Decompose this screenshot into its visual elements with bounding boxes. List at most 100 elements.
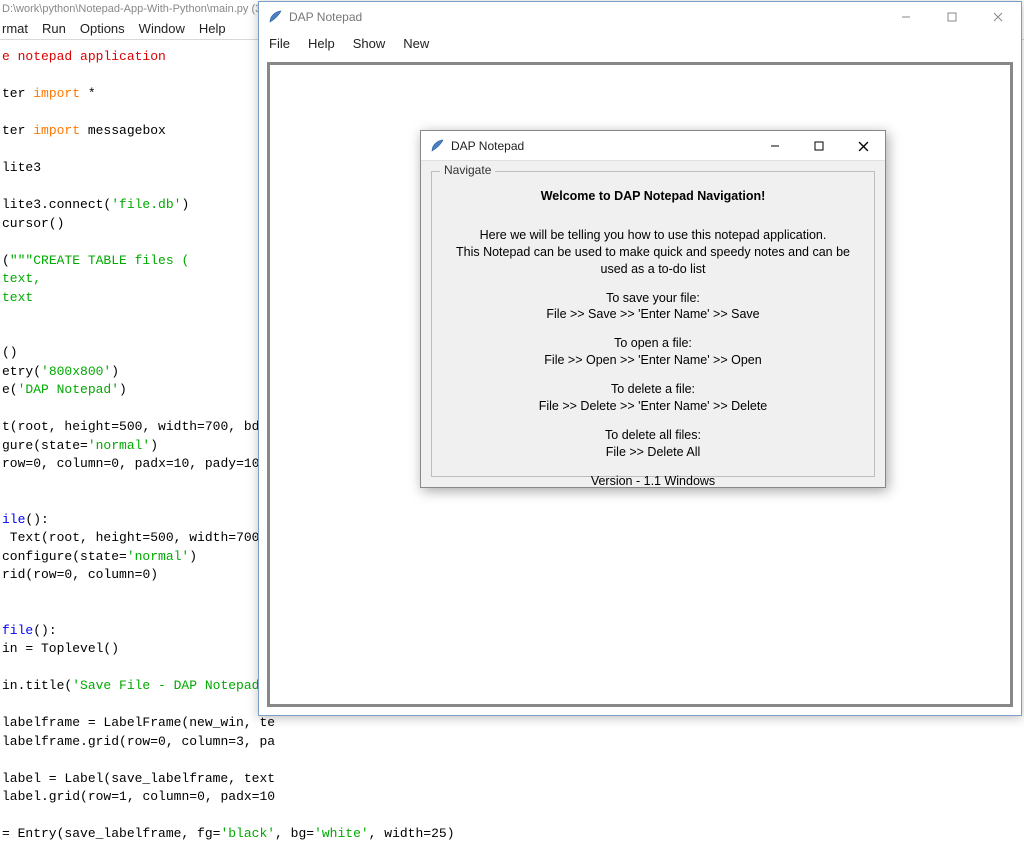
code-string: 'normal' [127,549,189,564]
code-def: ile [2,512,25,527]
code-line: , pa [244,734,275,749]
code-line: , padx= [119,456,174,471]
idle-menu-help[interactable]: Help [199,21,226,36]
code-string: 'DAP Notepad' [18,382,119,397]
code-string: 'Save File - DAP Notepad' [72,678,267,693]
notepad-menu-help[interactable]: Help [308,36,335,51]
code-string: text [2,290,33,305]
navigate-body: Welcome to DAP Notepad Navigation! Here … [444,184,862,464]
code-line: gure(state= [2,438,88,453]
code-number: 10 [259,789,275,804]
notepad-title-text: DAP Notepad [289,10,362,24]
code-line: cursor() [2,216,64,231]
navigate-save-body: File >> Save >> 'Enter Name' >> Save [444,306,862,323]
minimize-button[interactable] [753,131,797,161]
code-line: , width= [369,826,431,841]
navigate-title-text: DAP Notepad [451,139,524,153]
minimize-button[interactable] [883,2,929,32]
code-number: 10 [174,456,190,471]
code-line: e( [2,382,18,397]
code-line: , padx= [205,789,260,804]
code-line: in.title( [2,678,72,693]
idle-menu-window[interactable]: Window [139,21,185,36]
idle-menu-run[interactable]: Run [42,21,66,36]
code-number: 0 [197,789,205,804]
code-line: ) [119,382,127,397]
code-line: , bg= [275,826,314,841]
code-number: 3 [236,734,244,749]
code-line: (): [33,623,56,638]
navigate-version: Version - 1.1 Windows [444,473,862,490]
notepad-menu-new[interactable]: New [403,36,429,51]
code-line: rid(row= [2,567,64,582]
code-line: , column= [41,456,111,471]
code-string: 'black' [220,826,275,841]
code-line: = Entry(save_labelframe, fg= [2,826,220,841]
code-line: , width= [174,530,236,545]
idle-menu-options[interactable]: Options [80,21,125,36]
code-number: 700 [236,530,259,545]
code-number: 25 [431,826,447,841]
navigate-deleteall-block: To delete all files: File >> Delete All [444,427,862,461]
code-line: e notepad application [2,49,166,64]
navigate-open-body: File >> Open >> 'Enter Name' >> Open [444,352,862,369]
code-line: , pady= [189,456,244,471]
code-line: ) [447,826,455,841]
code-line: ) [189,549,197,564]
notepad-menubar: File Help Show New [259,32,1021,54]
code-line: Text(root, height= [2,530,150,545]
code-string: 'white' [314,826,369,841]
code-line: row= [2,456,33,471]
idle-menu-format[interactable]: rmat [2,21,28,36]
code-line: ter [2,86,33,101]
maximize-button[interactable] [929,2,975,32]
code-string: 'file.db' [111,197,181,212]
code-line: ( [2,253,10,268]
code-string: '800x800' [41,364,111,379]
code-number: 0 [158,734,166,749]
navigate-save-block: To save your file: File >> Save >> 'Ente… [444,290,862,324]
close-button[interactable] [841,131,885,161]
close-button[interactable] [975,2,1021,32]
notepad-titlebar[interactable]: DAP Notepad [259,2,1021,32]
code-number: 0 [111,456,119,471]
navigate-window-buttons [753,131,885,161]
navigate-delete-block: To delete a file: File >> Delete >> 'Ent… [444,381,862,415]
navigate-intro-line1: Here we will be telling you how to use t… [444,227,862,244]
code-keyword: import [33,86,80,101]
navigate-deleteall-heading: To delete all files: [444,427,862,444]
navigate-open-heading: To open a file: [444,335,862,352]
navigate-deleteall-body: File >> Delete All [444,444,862,461]
code-line: ) [181,197,189,212]
code-line: labelframe = LabelFrame(new_win, te [2,715,275,730]
code-string: text, [2,271,41,286]
notepad-menu-show[interactable]: Show [353,36,386,51]
navigate-open-block: To open a file: File >> Open >> 'Enter N… [444,335,862,369]
code-number: 1 [119,789,127,804]
code-number: 500 [119,419,142,434]
code-string: """CREATE TABLE files ( [10,253,189,268]
navigate-labelframe-caption: Navigate [440,163,495,177]
navigate-labelframe: Navigate Welcome to DAP Notepad Navigati… [431,171,875,477]
navigate-dialog: DAP Notepad Navigate Welcome to DAP Note… [420,130,886,488]
navigate-delete-body: File >> Delete >> 'Enter Name' >> Delete [444,398,862,415]
code-line: messagebox [80,123,166,138]
code-line: , column= [166,734,236,749]
navigate-welcome: Welcome to DAP Notepad Navigation! [444,188,862,205]
code-line: lite3.connect( [2,197,111,212]
code-line: , column= [127,789,197,804]
code-line: lite3 [2,160,41,175]
code-line: ter [2,123,33,138]
code-number: 0 [33,456,41,471]
navigate-intro-line2: This Notepad can be used to make quick a… [444,244,862,278]
maximize-button[interactable] [797,131,841,161]
code-line: () [2,345,18,360]
code-line: , width= [142,419,204,434]
code-line: , column= [72,567,142,582]
code-string: 'normal' [88,438,150,453]
navigate-titlebar[interactable]: DAP Notepad [421,131,885,161]
code-line: labelframe.grid(row= [2,734,158,749]
notepad-menu-file[interactable]: File [269,36,290,51]
code-def: file [2,623,33,638]
code-line: etry( [2,364,41,379]
